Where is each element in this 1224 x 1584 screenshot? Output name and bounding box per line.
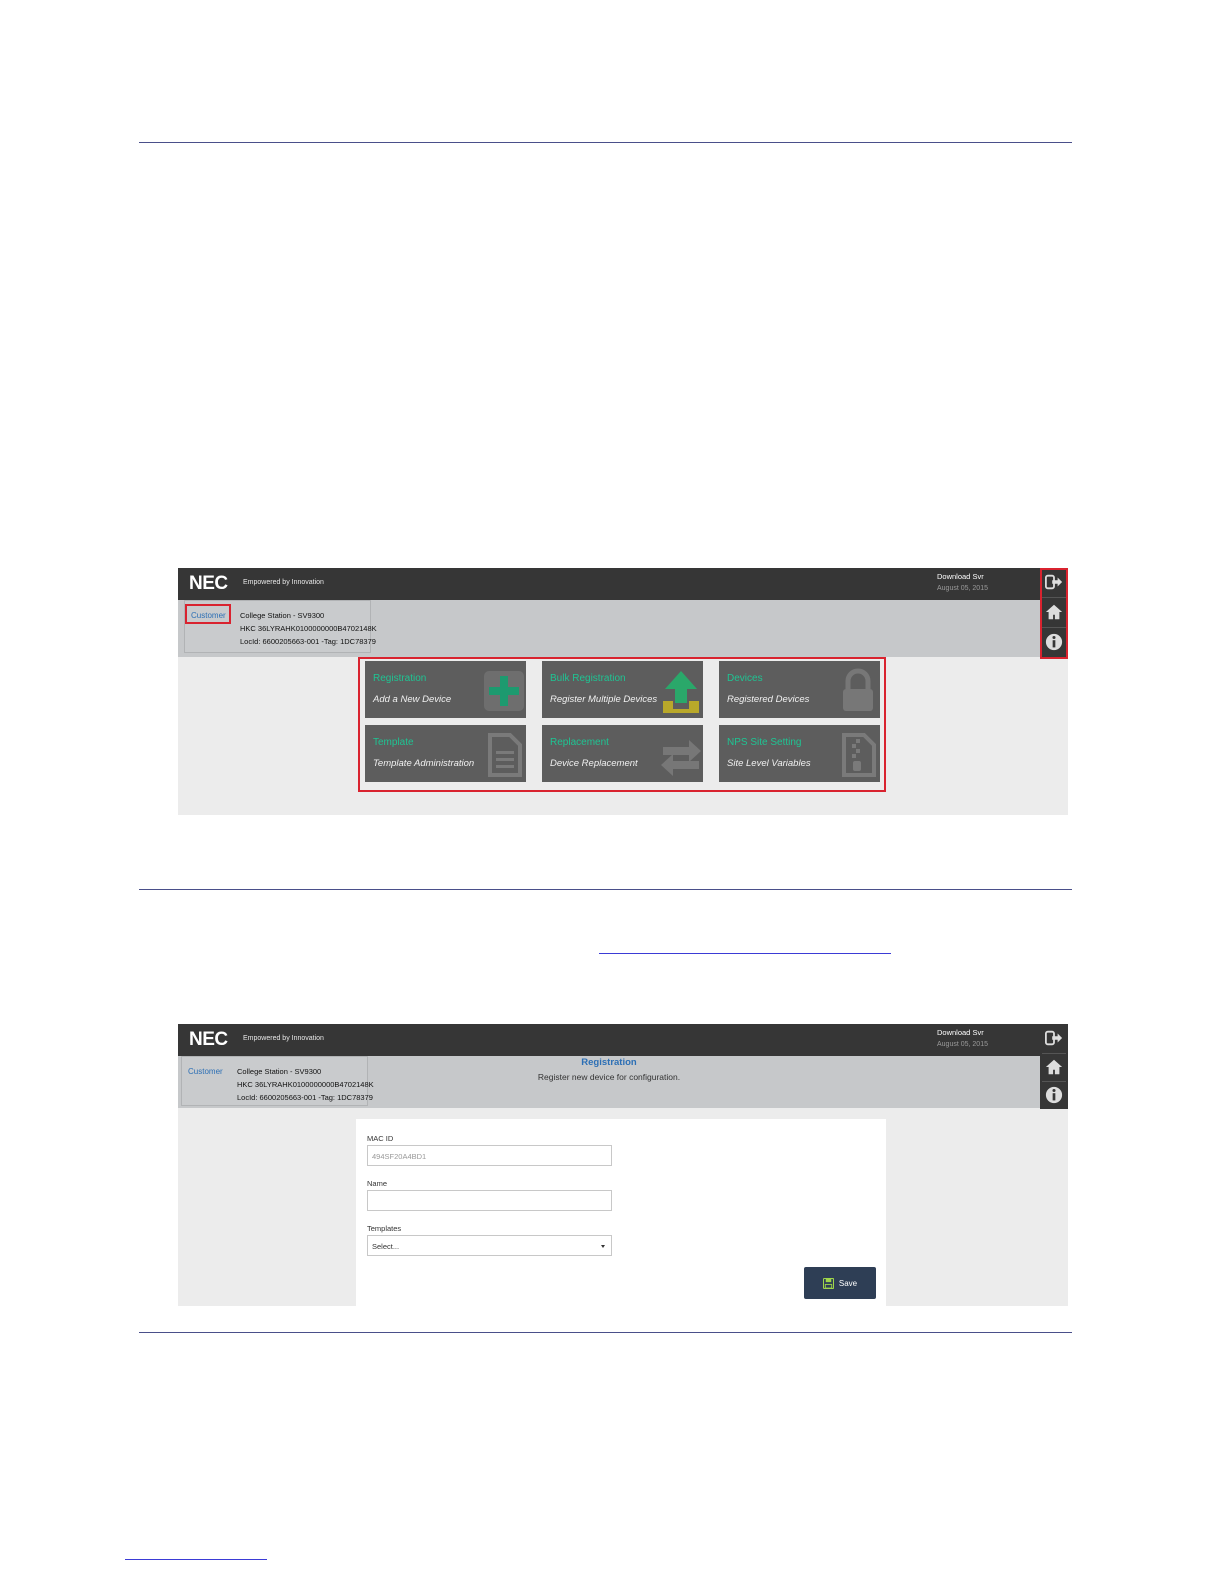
customer-info: College Station - SV9300 HKC 36LYRAHK010… [237,1065,374,1104]
footer-link-underline[interactable] [125,1559,267,1560]
download-server-label[interactable]: Download Svr [937,1028,984,1037]
chevron-down-icon [601,1245,605,1248]
highlight-customer [185,604,231,624]
customer-locid: LocId: 6600205663-001 -Tag: 1DC78379 [237,1093,373,1102]
name-input[interactable] [367,1190,612,1211]
home-icon [1045,1059,1063,1075]
nec-logo: NEC [189,573,228,594]
floppy-disk-icon [822,1277,834,1289]
highlight-rail [1040,568,1068,659]
logout-button[interactable] [1040,1024,1068,1052]
download-date: August 05, 2015 [937,1041,988,1048]
mac-id-label: MAC ID [367,1134,394,1143]
name-label: Name [367,1179,388,1188]
middle-rule [139,889,1072,890]
tagline: Empowered by Innovation [243,579,324,586]
nec-logo: NEC [189,1029,228,1050]
top-rule [139,142,1072,143]
top-bar: NEC Empowered by Innovation Download Svr… [178,1024,1040,1056]
customer-site: College Station - SV9300 [240,611,325,620]
top-bar: NEC Empowered by Innovation Download Svr… [178,568,1040,600]
bottom-rule [139,1332,1072,1333]
customer-locid: LocId: 6600205663-001 -Tag: 1DC78379 [240,637,376,646]
templates-selected: Select... [372,1242,400,1251]
hyperlink-underline[interactable] [599,953,891,954]
customer-bar: Customer College Station - SV9300 HKC 36… [178,600,1040,657]
save-label: Save [838,1278,858,1288]
highlight-tiles [358,657,886,792]
info-button[interactable] [1040,1081,1068,1109]
mac-id-input[interactable]: 494SF20A4BD1 [367,1145,612,1166]
tagline: Empowered by Innovation [243,1035,324,1042]
info-icon [1045,1086,1063,1104]
home-button[interactable] [1040,1053,1068,1081]
customer-bar: Customer College Station - SV9300 HKC 36… [178,1056,1040,1108]
customer-hkc: HKC 36LYRAHK0100000000B4702148K [240,624,377,633]
save-button[interactable]: Save [804,1267,876,1299]
templates-label: Templates [367,1224,402,1233]
page-title: Registration [581,1057,637,1068]
registration-form: MAC ID 494SF20A4BD1 Name Templates Selec… [356,1119,886,1306]
right-rail [1040,1024,1068,1109]
download-date: August 05, 2015 [937,585,988,592]
templates-select[interactable]: Select... [367,1235,612,1256]
customer-info: College Station - SV9300 HKC 36LYRAHK010… [240,609,377,648]
screenshot-main-menu: NEC Empowered by Innovation Download Svr… [178,568,1068,815]
logout-icon [1045,1030,1063,1046]
screenshot-registration-form: NEC Empowered by Innovation Download Svr… [178,1024,1068,1306]
download-server-label[interactable]: Download Svr [937,572,984,581]
page-subtitle: Register new device for configuration. [537,1072,681,1082]
